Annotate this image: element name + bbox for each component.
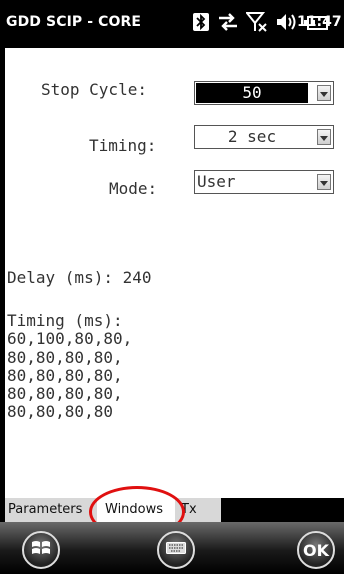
windows-logo-icon [30, 537, 52, 564]
timing-line: 80,80,80,80, [7, 365, 123, 385]
timing-line: 60,100,80,80, [7, 329, 133, 349]
stop-cycle-label: Stop Cycle: [41, 80, 147, 99]
no-signal-icon [244, 11, 268, 37]
tab-windows[interactable]: Windows [97, 498, 175, 522]
timing-line: 80,80,80,80 [7, 402, 113, 422]
timing-line: 80,80,80,80, [7, 347, 123, 367]
volume-icon [275, 12, 297, 36]
delay-readout: Delay (ms): 240 [7, 268, 152, 287]
bluetooth-icon [192, 12, 210, 36]
app-title: GDD SCIP - CORE [6, 14, 142, 30]
tab-parameters[interactable]: Parameters [5, 498, 97, 522]
keyboard-icon [166, 541, 186, 559]
chevron-down-icon[interactable] [317, 174, 331, 190]
stop-cycle-value: 50 [242, 83, 262, 102]
mode-dropdown[interactable]: User [194, 170, 334, 194]
mode-value: User [197, 172, 236, 191]
mode-label: Mode: [109, 179, 158, 198]
softkey-bar: OK [0, 522, 344, 574]
timing-heading: Timing (ms): [7, 311, 123, 330]
data-connection-icon [217, 12, 239, 36]
timing-dropdown[interactable]: 2 sec [194, 125, 334, 149]
content-pane: Stop Cycle: 50 Timing: 2 sec Mode: User … [5, 48, 344, 498]
tab-tx[interactable]: Tx [175, 498, 221, 522]
chevron-down-icon[interactable] [317, 85, 331, 101]
timing-label: Timing: [89, 136, 157, 155]
title-bar: GDD SCIP - CORE 11:47 [0, 0, 344, 48]
tab-strip: Parameters Windows Tx [5, 498, 344, 522]
timing-line: 80,80,80,80, [7, 384, 123, 404]
clock: 11:47 [297, 14, 342, 30]
start-button[interactable] [22, 531, 60, 569]
timing-readout: Timing (ms): 60,100,80,80, 80,80,80,80, … [7, 311, 133, 422]
device-screen: GDD SCIP - CORE 11:47 Stop Cycle: 50 Tim… [0, 0, 344, 574]
keyboard-button[interactable] [157, 531, 195, 569]
chevron-down-icon[interactable] [317, 129, 331, 145]
ok-button[interactable]: OK [297, 531, 335, 569]
stop-cycle-dropdown[interactable]: 50 [194, 81, 334, 105]
timing-value: 2 sec [227, 127, 277, 146]
